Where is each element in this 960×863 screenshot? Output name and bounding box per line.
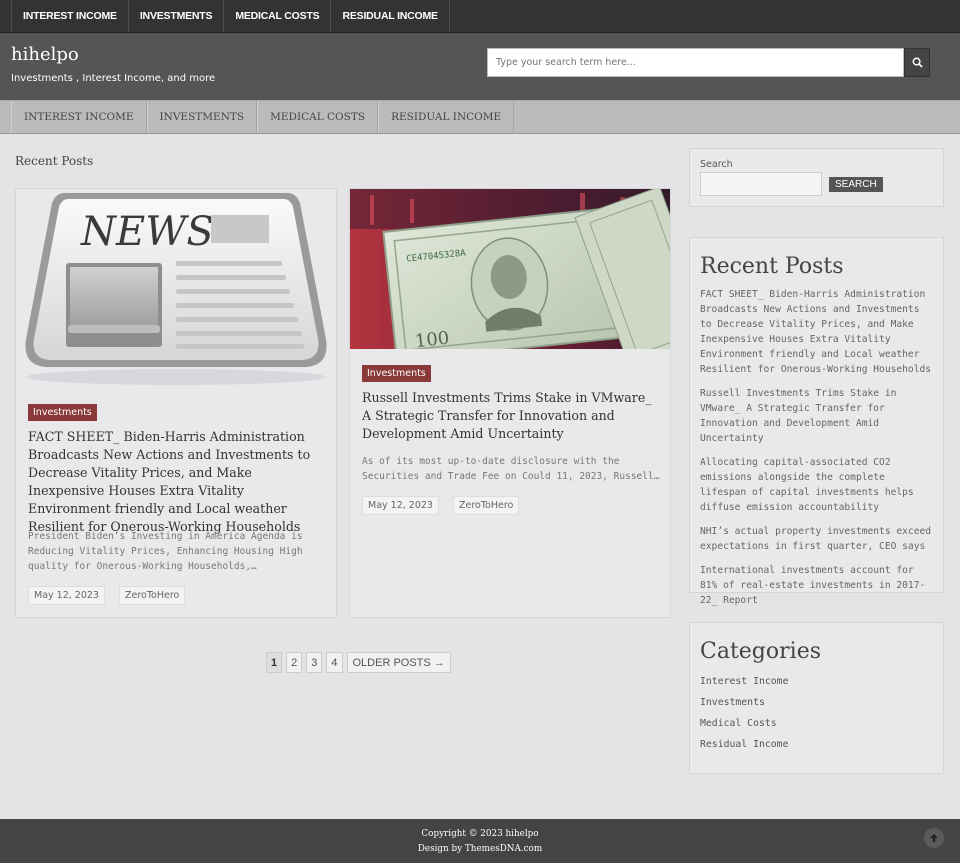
primary-navigation: Interest Income Investments Medical Cost…	[0, 100, 960, 134]
site-title[interactable]: hihelpo	[11, 44, 79, 65]
svg-text:100: 100	[414, 328, 450, 349]
topnav-item-investments[interactable]: Investments	[127, 0, 223, 32]
category-link-investments[interactable]: Investments	[700, 697, 933, 708]
post-card: 100 CE47045328A Investments Russell Inve…	[349, 188, 671, 618]
svg-text:NEWS: NEWS	[80, 209, 214, 255]
sidebar-recent-post-link[interactable]: Allocating capital-associated CO2 emissi…	[700, 455, 933, 515]
sidebar-recent-post-link[interactable]: NHI’s actual property investments exceed…	[700, 524, 933, 554]
topnav-item-residual-income[interactable]: Residual Income	[330, 0, 450, 32]
sidebar-search-button[interactable]: Search	[829, 176, 883, 192]
page-1[interactable]: 1	[266, 652, 283, 673]
sidebar-categories-title: Categories	[700, 639, 821, 664]
secnav-item-interest-income[interactable]: Interest Income	[11, 101, 147, 133]
post-title[interactable]: Russell Investments Trims Stake in VMwar…	[362, 389, 662, 443]
site-tagline: Investments , Interest Income, and more	[11, 73, 216, 84]
page-3[interactable]: 3	[306, 652, 323, 673]
post-excerpt: President Biden’s Investing in America A…	[28, 531, 303, 572]
sidebar-search-widget: Search Search	[689, 148, 944, 207]
site-header: hihelpo Investments , Interest Income, a…	[0, 33, 960, 100]
page-4[interactable]: 4	[326, 652, 343, 673]
footer-copyright: Copyright © 2023 hihelpo	[421, 829, 539, 839]
sidebar-search-label: Search	[700, 159, 733, 170]
category-link-medical-costs[interactable]: Medical Costs	[700, 718, 933, 729]
post-meta: May 12, 2023 ZeroToHero	[362, 496, 520, 515]
pagination: 1 2 3 4 Older Posts →	[266, 652, 451, 673]
post-title[interactable]: FACT SHEET_ Biden-Harris Administration …	[28, 428, 328, 536]
post-card: NEWS Investments FACT SHEET_ Biden-Harri…	[15, 188, 337, 618]
topnav-item-medical-costs[interactable]: Medical Costs	[223, 0, 330, 32]
category-link-interest-income[interactable]: Interest Income	[700, 676, 933, 687]
sidebar-recent-post-link[interactable]: International investments account for 81…	[700, 563, 933, 608]
footer-design-credit[interactable]: Design by ThemesDNA.com	[0, 842, 960, 857]
post-meta: May 12, 2023 ZeroToHero	[28, 586, 186, 605]
secnav-item-investments[interactable]: Investments	[146, 101, 258, 133]
category-link-residual-income[interactable]: Residual Income	[700, 739, 933, 750]
newspaper-icon: NEWS	[25, 193, 327, 385]
post-excerpt: As of its most up-to-date disclosure wit…	[362, 456, 660, 482]
post-author[interactable]: ZeroToHero	[452, 496, 520, 515]
recent-posts-heading: Recent Posts	[15, 154, 94, 168]
dollar-bills-image: 100 CE47045328A	[350, 189, 670, 349]
post-date[interactable]: May 12, 2023	[28, 586, 105, 605]
post-thumbnail-news[interactable]: NEWS	[16, 189, 336, 389]
header-search-button[interactable]	[904, 48, 930, 77]
top-navigation: Interest Income Investments Medical Cost…	[0, 0, 960, 33]
sidebar-recent-post-link[interactable]: Russell Investments Trims Stake in VMwar…	[700, 386, 933, 446]
search-icon	[912, 57, 923, 68]
sidebar-search-input[interactable]	[700, 172, 822, 196]
older-posts-link[interactable]: Older Posts →	[346, 652, 451, 673]
arrow-up-icon	[930, 834, 938, 842]
page-2[interactable]: 2	[286, 652, 303, 673]
sidebar-recent-posts-title: Recent Posts	[700, 254, 844, 279]
sidebar-recent-posts-widget: Recent Posts FACT SHEET_ Biden-Harris Ad…	[689, 237, 944, 606]
secnav-item-residual-income[interactable]: Residual Income	[378, 101, 515, 133]
secnav-item-medical-costs[interactable]: Medical Costs	[257, 101, 379, 133]
header-search-input[interactable]	[487, 48, 904, 77]
main-content: Recent Posts	[15, 148, 671, 188]
topnav-item-interest-income[interactable]: Interest Income	[11, 0, 128, 32]
sidebar-categories-widget: Categories Interest Income Investments M…	[689, 622, 944, 774]
post-date[interactable]: May 12, 2023	[362, 496, 439, 515]
post-category-badge[interactable]: Investments	[362, 365, 431, 382]
scroll-to-top-button[interactable]	[924, 828, 944, 848]
post-thumbnail-money[interactable]: 100 CE47045328A	[350, 189, 670, 349]
site-footer: Copyright © 2023 hihelpo Design by Theme…	[0, 819, 960, 863]
header-search	[487, 48, 930, 77]
post-author[interactable]: ZeroToHero	[118, 586, 186, 605]
sidebar-recent-post-link[interactable]: FACT SHEET_ Biden-Harris Administration …	[700, 287, 933, 377]
post-category-badge[interactable]: Investments	[28, 404, 97, 421]
